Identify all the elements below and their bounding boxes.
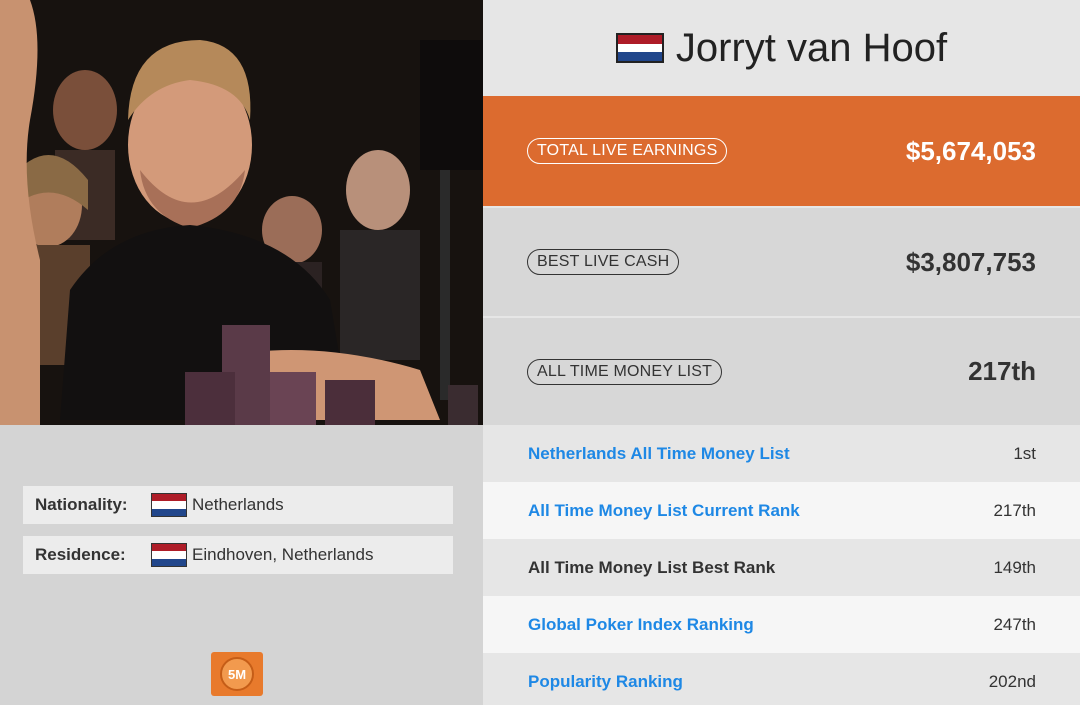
ranking-value: 202nd — [988, 671, 1036, 691]
total-live-earnings-label: TOTAL LIVE EARNINGS — [527, 138, 728, 164]
netherlands-flag-icon — [151, 543, 187, 567]
ranking-value: 149th — [993, 557, 1036, 577]
nationality-label: Nationality: — [35, 495, 128, 514]
badge-text: 5M — [220, 657, 254, 691]
popularity-ranking-link[interactable]: Popularity Ranking — [528, 672, 683, 692]
ranking-row: All Time Money List Current Rank 217th — [483, 482, 1080, 539]
residence-label: Residence: — [35, 545, 126, 564]
total-live-earnings-value: $5,674,053 — [905, 135, 1036, 166]
earnings-5m-badge[interactable]: 5M — [211, 652, 263, 696]
ranking-row: Global Poker Index Ranking 247th — [483, 596, 1080, 653]
netherlands-all-time-money-list-link[interactable]: Netherlands All Time Money List — [528, 444, 790, 464]
all-time-money-list-label: ALL TIME MONEY LIST — [527, 358, 723, 385]
ranking-row: Popularity Ranking 202nd — [483, 653, 1080, 705]
rankings-list: Netherlands All Time Money List 1st All … — [483, 425, 1080, 705]
total-live-earnings-box: TOTAL LIVE EARNINGS $5,674,053 — [483, 96, 1080, 206]
residence-row: Residence: Eindhoven, Netherlands — [23, 536, 453, 574]
ranking-value: 1st — [1013, 443, 1036, 463]
all-time-money-list-box: ALL TIME MONEY LIST 217th — [483, 318, 1080, 425]
nationality-row: Nationality: Netherlands — [23, 486, 453, 524]
ranking-value: 247th — [993, 614, 1036, 634]
netherlands-flag-icon — [151, 493, 187, 517]
ranking-row: All Time Money List Best Rank 149th — [483, 539, 1080, 596]
all-time-money-list-current-rank-link[interactable]: All Time Money List Current Rank — [528, 501, 800, 521]
all-time-money-list-best-rank-label: All Time Money List Best Rank — [528, 557, 776, 577]
netherlands-flag-icon — [615, 33, 664, 63]
residence-value: Eindhoven, Netherlands — [151, 543, 373, 567]
player-name-header: Jorryt van Hoof — [483, 0, 1080, 96]
nationality-value: Netherlands — [151, 493, 284, 517]
player-stats-panel: Jorryt van Hoof TOTAL LIVE EARNINGS $5,6… — [483, 0, 1080, 705]
best-live-cash-label: BEST LIVE CASH — [527, 249, 680, 275]
nationality-text: Netherlands — [192, 495, 284, 514]
player-profile-panel: Nationality: Netherlands Residence: Eind… — [0, 0, 483, 705]
residence-text: Eindhoven, Netherlands — [192, 545, 374, 564]
global-poker-index-ranking-link[interactable]: Global Poker Index Ranking — [528, 615, 754, 635]
player-name: Jorryt van Hoof — [675, 25, 948, 70]
ranking-value: 217th — [993, 500, 1036, 520]
best-live-cash-value: $3,807,753 — [905, 246, 1036, 277]
best-live-cash-box: BEST LIVE CASH $3,807,753 — [483, 208, 1080, 316]
all-time-money-list-value: 217th — [968, 356, 1036, 386]
player-photo — [0, 0, 483, 425]
ranking-row: Netherlands All Time Money List 1st — [483, 425, 1080, 482]
